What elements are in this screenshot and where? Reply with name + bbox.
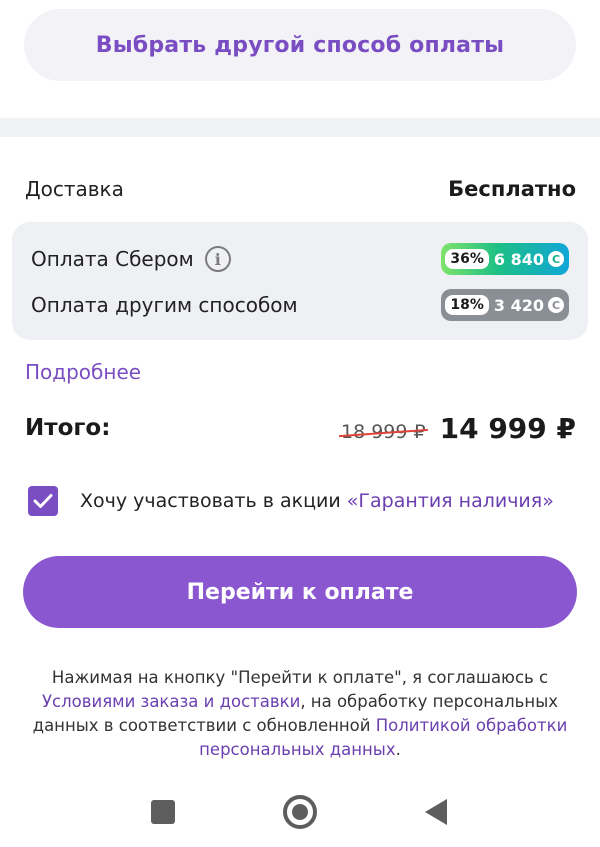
bonus-badge-other: 18% 3 420 С [441,289,569,321]
delivery-row: Доставка Бесплатно [25,170,576,208]
bonus-coin-icon: С [548,251,564,267]
section-divider [0,118,600,137]
order-terms-link[interactable]: Условиями заказа и доставки [42,692,300,711]
delivery-label: Доставка [25,177,124,201]
bonus-percent-other: 18% [445,295,489,315]
legal-notice: Нажимая на кнопку "Перейти к оплате", я … [20,666,580,762]
home-circle-icon[interactable] [283,795,317,829]
delivery-value: Бесплатно [448,177,576,201]
proceed-to-payment-button[interactable]: Перейти к оплате [23,556,577,628]
total-row: Итого: 18 999 ₽ 14 999 ₽ [25,406,576,450]
promo-text: Хочу участвовать в акции «Гарантия налич… [80,490,554,512]
bonus-row-sber: Оплата Сбером i 36% 6 840 С [31,239,569,279]
bonus-label-sber: Оплата Сбером [31,247,194,271]
promo-link[interactable]: «Гарантия наличия» [347,490,554,512]
promo-checkbox[interactable] [28,486,58,516]
bonus-percent-sber: 36% [445,249,489,269]
bonus-amount-other: 3 420 [493,295,544,315]
promo-label: Хочу участвовать в акции [80,490,347,512]
promo-row: Хочу участвовать в акции «Гарантия налич… [28,484,554,518]
bonus-amount-sber: 6 840 [493,249,544,269]
bonus-label-other: Оплата другим способом [31,293,298,317]
bonus-box: Оплата Сбером i 36% 6 840 С Оплата други… [12,222,588,340]
choose-other-payment-button[interactable]: Выбрать другой способ оплаты [24,9,576,81]
checkmark-icon [33,494,53,508]
total-label: Итого: [25,415,111,441]
checkout-page: Выбрать другой способ оплаты Доставка Бе… [0,0,600,847]
new-price: 14 999 ₽ [439,411,576,445]
total-prices: 18 999 ₽ 14 999 ₽ [341,412,576,445]
more-details-link[interactable]: Подробнее [25,360,141,384]
legal-text-3: . [395,740,401,759]
legal-text-1: Нажимая на кнопку "Перейти к оплате", я … [51,668,549,687]
bonus-label-sber-wrap: Оплата Сбером i [31,246,231,272]
bonus-coin-icon: С [548,297,564,313]
system-navbar [0,780,600,847]
bonus-badge-sber: 36% 6 840 С [441,243,569,275]
info-icon[interactable]: i [204,246,231,272]
back-triangle-icon[interactable] [425,799,447,825]
old-price: 18 999 ₽ [341,420,426,443]
bonus-row-other: Оплата другим способом 18% 3 420 С [31,285,569,325]
recents-square-icon[interactable] [151,800,175,824]
